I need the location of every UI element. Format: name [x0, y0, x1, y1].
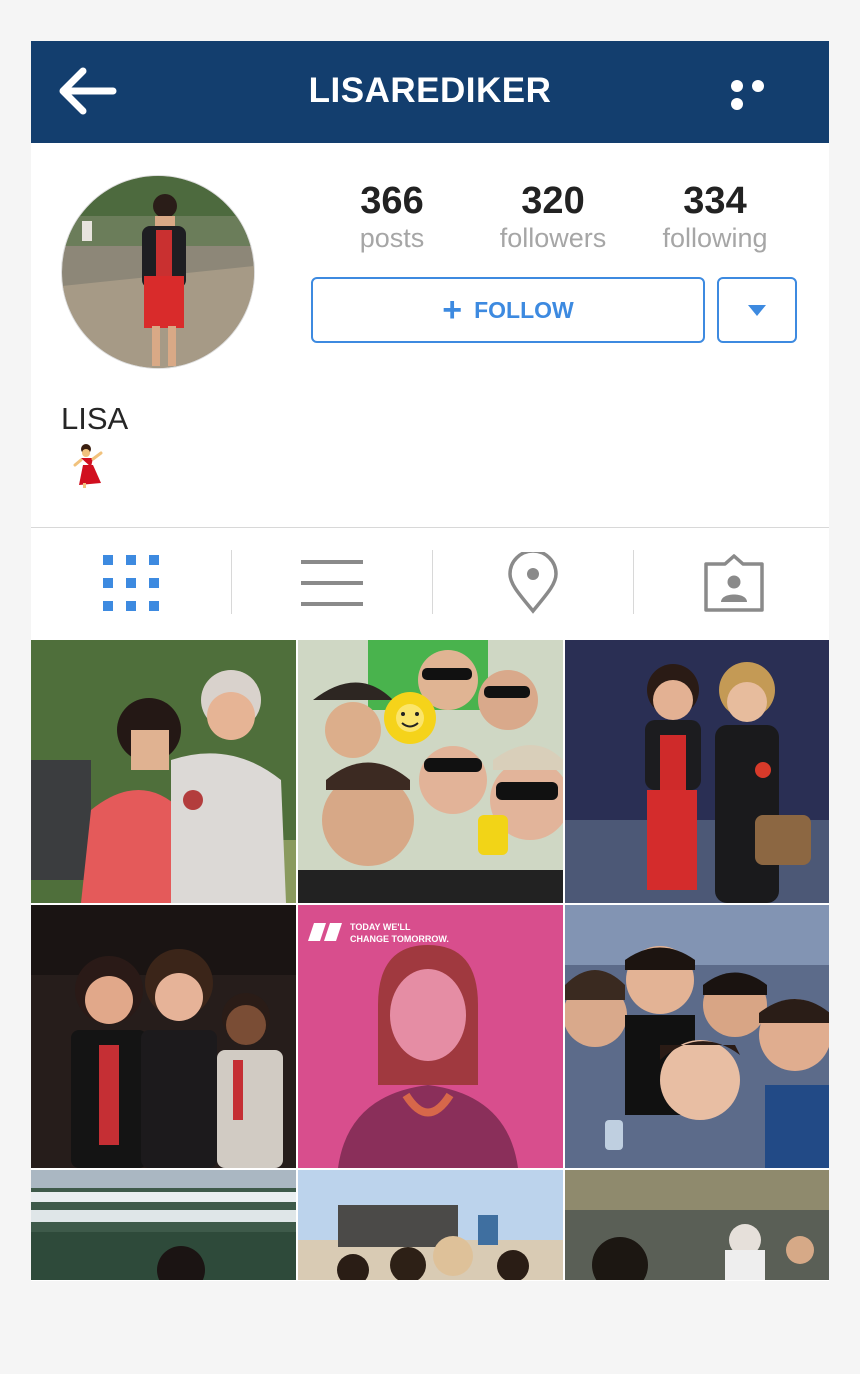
photo-tile[interactable]	[565, 905, 829, 1168]
tab-tagged[interactable]	[634, 528, 829, 638]
more-options-button[interactable]	[731, 79, 793, 110]
photo-tile[interactable]	[565, 640, 829, 903]
photo-tile[interactable]	[31, 905, 296, 1168]
photo-tile[interactable]: TODAY WE'LL CHANGE TOMORROW.	[298, 905, 563, 1168]
grid-icon	[103, 555, 159, 611]
dancer-emoji-icon	[71, 443, 105, 494]
followers-count: 320	[521, 180, 585, 222]
following-stat[interactable]: 334 following	[635, 179, 795, 253]
plus-icon: +	[442, 291, 463, 329]
triangle-down-icon	[748, 305, 766, 316]
campaign-text-line1: TODAY WE'LL	[350, 922, 411, 932]
avatar-photo	[62, 176, 254, 368]
tab-grid[interactable]	[31, 528, 231, 638]
list-icon	[301, 560, 363, 606]
top-nav-bar: LISAREDIKER	[31, 41, 829, 143]
followers-stat[interactable]: 320 followers	[473, 179, 633, 253]
following-label: following	[662, 223, 768, 253]
tab-places[interactable]	[433, 528, 633, 638]
more-dots-icon	[731, 80, 743, 92]
posts-count: 366	[360, 180, 424, 222]
photo-tile[interactable]	[31, 1170, 296, 1280]
suggestions-dropdown-button[interactable]	[717, 277, 797, 343]
photo-tile[interactable]	[31, 640, 296, 903]
photo-tile[interactable]	[298, 640, 563, 903]
tab-list[interactable]	[232, 528, 432, 638]
photo-tile[interactable]	[298, 1170, 563, 1280]
following-count: 334	[683, 180, 747, 222]
photo-tile[interactable]	[565, 1170, 829, 1280]
posts-stat[interactable]: 366 posts	[312, 179, 472, 253]
tagged-photos-icon	[704, 554, 764, 612]
location-pin-icon	[508, 552, 558, 614]
avatar[interactable]	[61, 175, 255, 369]
campaign-text-line2: CHANGE TOMORROW.	[350, 934, 449, 944]
follow-label: FOLLOW	[474, 296, 574, 323]
profile-view-tabs	[31, 528, 829, 638]
profile-screen: LISAREDIKER 366 posts 320 followers 334 …	[31, 41, 829, 1281]
posts-label: posts	[359, 223, 425, 253]
followers-label: followers	[499, 223, 607, 253]
display-name: LISA	[61, 401, 129, 436]
follow-button[interactable]: + FOLLOW	[311, 277, 705, 343]
profile-username-title: LISAREDIKER	[308, 71, 552, 110]
